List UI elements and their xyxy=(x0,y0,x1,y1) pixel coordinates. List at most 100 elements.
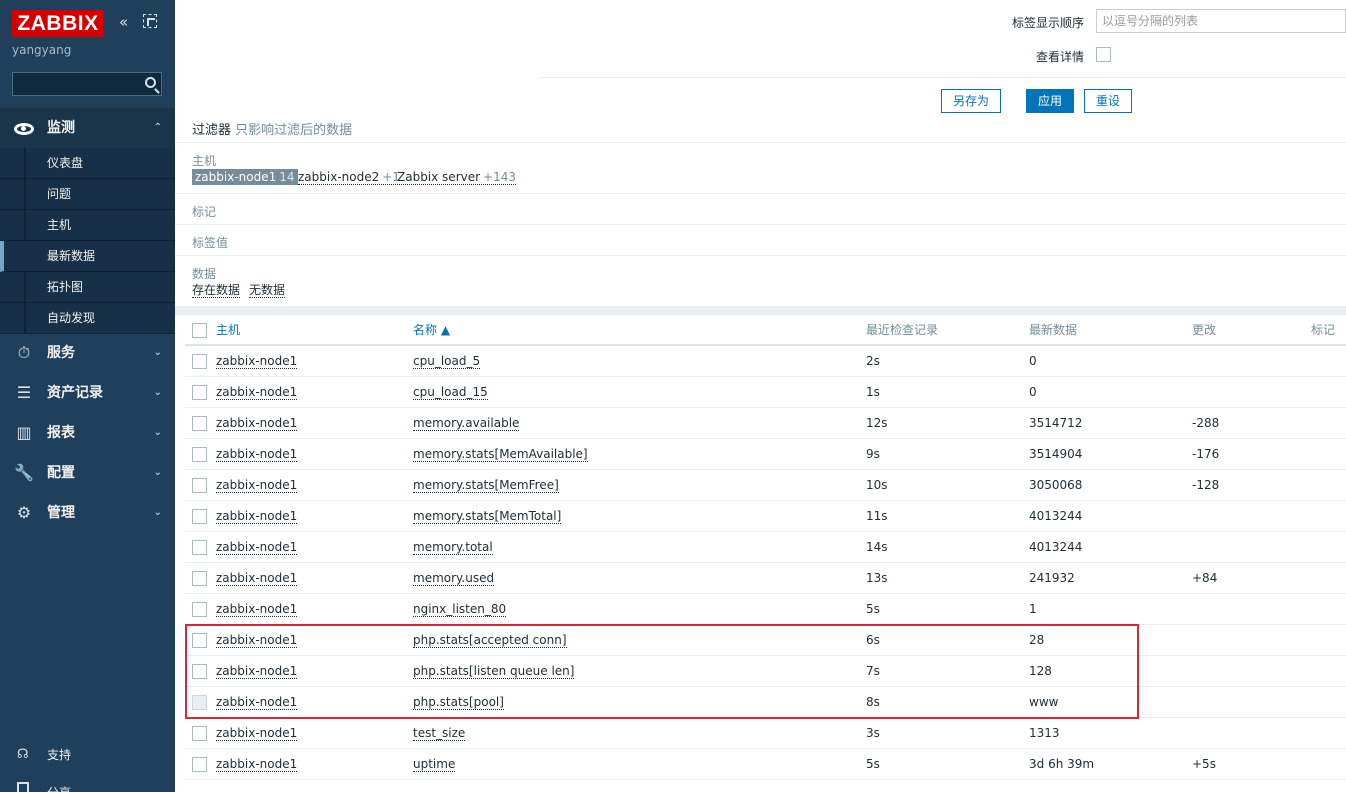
row-item-name[interactable]: php.stats[listen queue len] xyxy=(413,656,575,687)
row-item-name[interactable]: uptime xyxy=(413,749,456,780)
row-last-check: 12s xyxy=(866,416,888,430)
row-last-check: 8s xyxy=(866,695,880,709)
select-all-checkbox[interactable] xyxy=(192,323,207,338)
tag-order-input[interactable]: 以逗号分隔的列表 xyxy=(1096,9,1346,33)
gear-icon: ⚙ xyxy=(16,503,32,522)
header-host[interactable]: 主机 xyxy=(216,315,240,346)
host-filter-zabbix-node2[interactable]: zabbix-node2 +1 xyxy=(298,170,400,185)
sidebar-search[interactable] xyxy=(12,72,162,96)
search-icon[interactable] xyxy=(145,77,156,88)
row-item-name[interactable]: php.stats[accepted conn] xyxy=(413,625,567,656)
row-checkbox[interactable] xyxy=(192,354,207,369)
support-link[interactable]: ☊ 支持 xyxy=(0,740,175,770)
row-host[interactable]: zabbix-node1 xyxy=(216,439,298,470)
table-row: zabbix-node1 memory.available 12s 3514712 -2… xyxy=(185,408,1346,439)
row-item-name[interactable]: memory.stats[MemAvailable] xyxy=(413,439,588,470)
host-filter-zabbix-node1[interactable]: zabbix-node1 14 xyxy=(192,169,298,185)
row-checkbox[interactable] xyxy=(192,602,207,617)
submenu-item-latest-data[interactable]: 最新数据 xyxy=(0,241,175,272)
header-name[interactable]: 名称 ▲ xyxy=(413,315,450,346)
row-last-value: www xyxy=(1029,695,1059,709)
row-last-check: 10s xyxy=(866,478,888,492)
sidebar-search-input[interactable] xyxy=(13,73,137,95)
table-row: zabbix-node1 php.stats[pool] 8s www xyxy=(185,687,1346,718)
menu-administration[interactable]: ⚙ 管理 ⌄ xyxy=(0,493,175,533)
row-host[interactable]: zabbix-node1 xyxy=(216,470,298,501)
row-checkbox[interactable] xyxy=(192,385,207,400)
menu-reports[interactable]: ▥ 报表 ⌄ xyxy=(0,413,175,453)
table-row: zabbix-node1 cpu_load_15 1s 0 xyxy=(185,377,1346,408)
row-last-check: 14s xyxy=(866,540,888,554)
row-host[interactable]: zabbix-node1 xyxy=(216,408,298,439)
menu-monitoring[interactable]: 监测 ⌃ xyxy=(0,108,175,148)
kiosk-mode-icon[interactable] xyxy=(143,14,157,28)
collapse-sidebar-icon[interactable]: « xyxy=(119,14,135,30)
row-host[interactable]: zabbix-node1 xyxy=(216,656,298,687)
row-checkbox[interactable] xyxy=(192,416,207,431)
row-checkbox[interactable] xyxy=(192,540,207,555)
menu-services[interactable]: ⏱ 服务 ⌄ xyxy=(0,333,175,373)
table-row: zabbix-node1 memory.stats[MemTotal] 11s 401… xyxy=(185,501,1346,532)
row-host[interactable]: zabbix-node1 xyxy=(216,377,298,408)
row-last-value: 241932 xyxy=(1029,571,1075,585)
show-details-checkbox[interactable] xyxy=(1096,47,1111,62)
row-host[interactable]: zabbix-node1 xyxy=(216,501,298,532)
row-item-name[interactable]: php.stats[pool] xyxy=(413,687,504,718)
row-item-name[interactable]: test_size xyxy=(413,718,466,749)
row-checkbox[interactable] xyxy=(192,664,207,679)
share-link[interactable]: 分享 xyxy=(0,778,175,792)
row-checkbox[interactable] xyxy=(192,447,207,462)
row-host[interactable]: zabbix-node1 xyxy=(216,594,298,625)
row-host[interactable]: zabbix-node1 xyxy=(216,625,298,656)
row-checkbox[interactable] xyxy=(192,695,207,710)
chevron-down-icon: ⌄ xyxy=(153,427,162,438)
submenu-item-problems[interactable]: 问题 xyxy=(0,179,175,210)
row-checkbox[interactable] xyxy=(192,478,207,493)
row-item-name[interactable]: memory.total xyxy=(413,532,493,563)
row-host[interactable]: zabbix-node1 xyxy=(216,563,298,594)
filter-group-tag-values-title: 标签值 xyxy=(192,236,229,250)
row-item-name[interactable]: cpu_load_5 xyxy=(413,346,481,377)
save-as-button[interactable]: 另存为 xyxy=(941,89,1001,113)
menu-configuration[interactable]: 🔧 配置 ⌄ xyxy=(0,453,175,493)
row-item-name[interactable]: memory.used xyxy=(413,563,495,594)
row-host[interactable]: zabbix-node1 xyxy=(216,532,298,563)
row-checkbox[interactable] xyxy=(192,726,207,741)
row-checkbox[interactable] xyxy=(192,757,207,772)
apply-button[interactable]: 应用 xyxy=(1026,89,1074,113)
row-last-value: 1 xyxy=(1029,602,1037,616)
support-label: 支持 xyxy=(47,748,72,762)
host-filter-zabbix-server[interactable]: Zabbix server +143 xyxy=(397,170,517,185)
row-checkbox[interactable] xyxy=(192,633,207,648)
filter-group-hosts-title: 主机 xyxy=(192,154,217,168)
row-checkbox[interactable] xyxy=(192,509,207,524)
row-last-check: 5s xyxy=(866,757,880,771)
tag-order-label: 标签显示顺序 xyxy=(1012,16,1085,30)
row-item-name[interactable]: memory.available xyxy=(413,408,520,439)
data-filter-without-data[interactable]: 无数据 xyxy=(249,283,286,298)
row-host[interactable]: zabbix-node1 xyxy=(216,687,298,718)
row-item-name[interactable]: nginx_listen_80 xyxy=(413,594,507,625)
menu-inventory[interactable]: ☰ 资产记录 ⌄ xyxy=(0,373,175,413)
row-host[interactable]: zabbix-node1 xyxy=(216,718,298,749)
reset-button[interactable]: 重设 xyxy=(1084,89,1132,113)
sidebar: ZABBIX « yangyang 监测 ⌃ 仪表盘 问题 主机 最新数据 拓扑… xyxy=(0,0,175,792)
table-row: zabbix-node1 memory.stats[MemAvailable] 9s… xyxy=(185,439,1346,470)
row-checkbox[interactable] xyxy=(192,571,207,586)
row-item-name[interactable]: memory.stats[MemTotal] xyxy=(413,501,562,532)
submenu-item-discovery[interactable]: 自动发现 xyxy=(0,303,175,334)
row-item-name[interactable]: memory.stats[MemFree] xyxy=(413,470,559,501)
filter-group-hosts: 主机 zabbix-node1 14 zabbix-node2 +1 Zabbix … xyxy=(175,142,1346,194)
submenu-item-hosts[interactable]: 主机 xyxy=(0,210,175,241)
bar-chart-icon: ▥ xyxy=(16,423,32,442)
section-separator xyxy=(175,306,1346,315)
data-filter-with-data[interactable]: 存在数据 xyxy=(192,283,241,298)
zabbix-logo[interactable]: ZABBIX xyxy=(12,10,104,37)
row-host[interactable]: zabbix-node1 xyxy=(216,749,298,780)
list-icon: ☰ xyxy=(16,383,32,402)
table-row: zabbix-node1 memory.total 14s 4013244 xyxy=(185,532,1346,563)
row-host[interactable]: zabbix-node1 xyxy=(216,346,298,377)
submenu-item-dashboard[interactable]: 仪表盘 xyxy=(0,148,175,179)
submenu-item-maps[interactable]: 拓扑图 xyxy=(0,272,175,303)
row-item-name[interactable]: cpu_load_15 xyxy=(413,377,488,408)
